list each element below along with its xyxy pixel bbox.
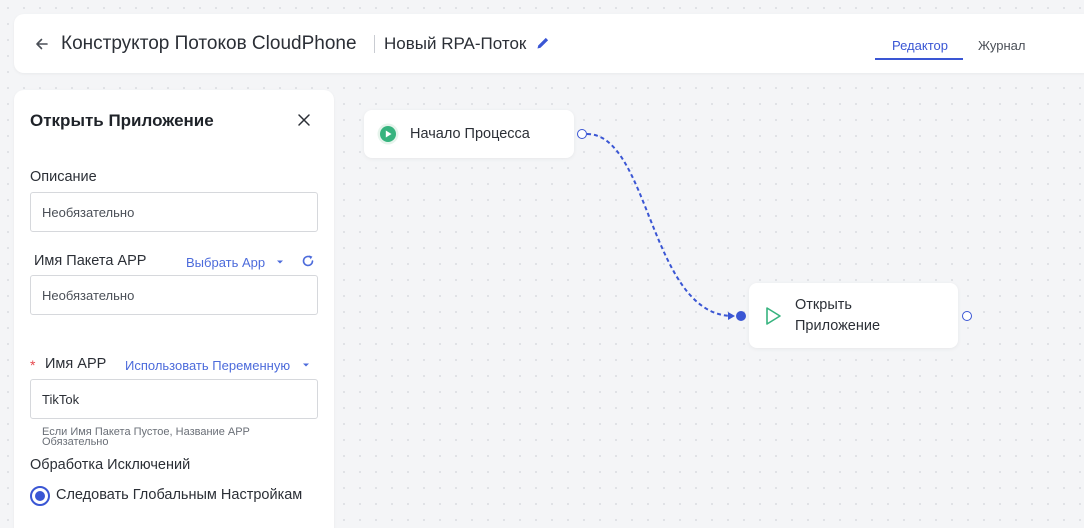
back-arrow-icon[interactable] (32, 34, 52, 54)
select-app-link[interactable]: Выбрать App (186, 255, 265, 270)
follow-global-label[interactable]: Следовать Глобальным Настройкам (56, 487, 302, 503)
app-name-hint: Если Имя Пакета Пустое, Название APP Обя… (42, 426, 250, 448)
play-outline-icon (766, 307, 781, 325)
refresh-icon[interactable] (301, 254, 315, 268)
node-settings-panel: Открыть Приложение Описание Имя Пакета A… (14, 90, 334, 528)
exception-handling-label: Обработка Исключений (30, 457, 191, 473)
follow-global-radio[interactable] (30, 486, 50, 506)
pencil-icon[interactable] (535, 35, 551, 51)
required-mark: * (30, 357, 36, 373)
app-title: Конструктор Потоков CloudPhone (61, 33, 357, 54)
chevron-down-icon[interactable] (302, 362, 310, 368)
active-tab-indicator (875, 58, 963, 60)
panel-title: Открыть Приложение (30, 111, 214, 130)
package-name-label: Имя Пакета APP (34, 253, 147, 269)
open-app-input-port[interactable] (736, 311, 746, 321)
package-name-input[interactable] (30, 275, 318, 315)
start-output-port[interactable] (577, 129, 587, 139)
node-start-process[interactable]: Начало Процесса (364, 110, 574, 158)
app-name-label: Имя APP (45, 356, 107, 372)
open-app-node-label-line2: Приложение (795, 318, 881, 334)
node-open-app[interactable]: Открыть Приложение (749, 283, 958, 348)
close-icon[interactable] (297, 113, 311, 127)
description-label: Описание (30, 169, 97, 185)
title-divider (374, 35, 375, 53)
start-node-label: Начало Процесса (410, 126, 530, 142)
open-app-output-port[interactable] (962, 311, 972, 321)
chevron-down-icon[interactable] (276, 259, 284, 265)
description-input[interactable] (30, 192, 318, 232)
top-header: Конструктор Потоков CloudPhone Новый RPA… (14, 14, 1084, 73)
use-variable-link[interactable]: Использовать Переменную (125, 358, 290, 373)
open-app-node-label-line1: Открыть (795, 297, 852, 313)
flow-name: Новый RPA-Поток (384, 34, 527, 53)
app-name-input[interactable] (30, 379, 318, 419)
tab-editor[interactable]: Редактор (892, 38, 948, 53)
play-circle-icon (377, 123, 399, 145)
tab-log[interactable]: Журнал (978, 38, 1025, 53)
